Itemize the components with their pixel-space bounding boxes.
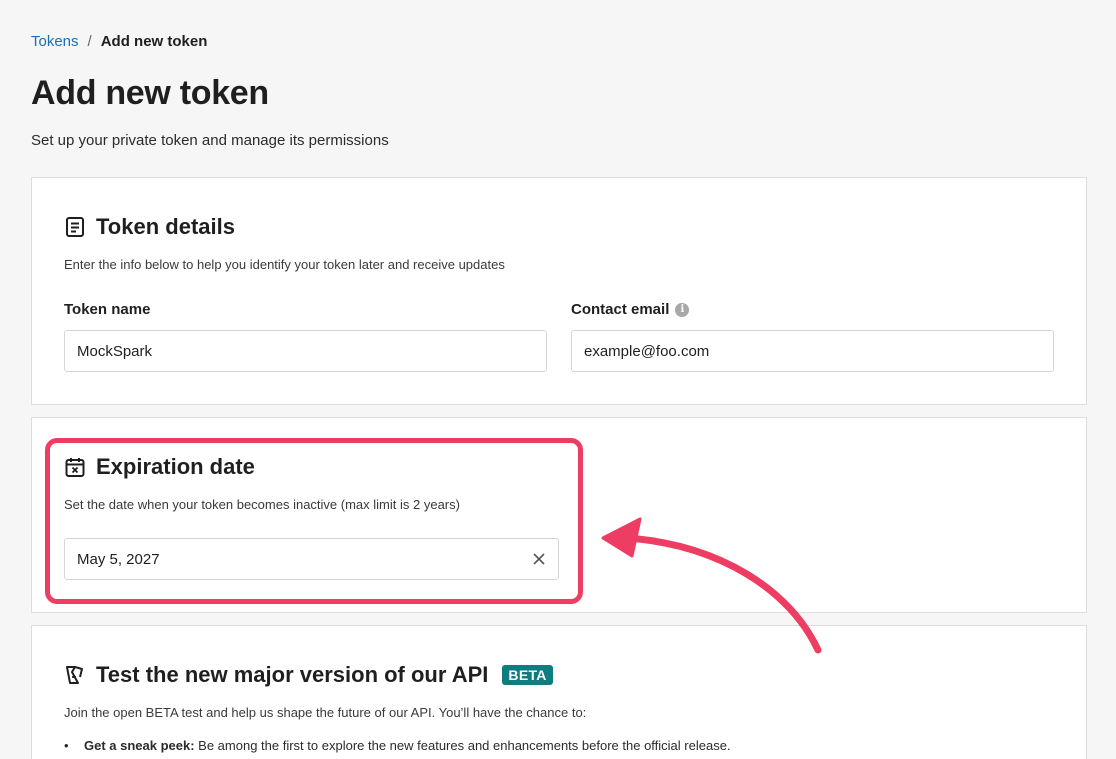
page-title: Add new token <box>31 74 269 112</box>
flask-icon <box>64 664 86 686</box>
breadcrumb: Tokens / Add new token <box>31 33 207 50</box>
list-item: Get a sneak peek: Be among the first to … <box>64 738 731 753</box>
contact-email-label: Contact email i <box>571 301 690 318</box>
breadcrumb-current: Add new token <box>100 33 208 50</box>
beta-badge: BETA <box>502 665 553 685</box>
contact-email-label-text: Contact email <box>571 301 670 318</box>
beta-heading: Test the new major version of our API BE… <box>64 662 553 688</box>
breadcrumb-tokens-link[interactable]: Tokens <box>31 33 79 50</box>
annotation-highlight-box <box>45 438 583 604</box>
info-icon[interactable]: i <box>675 302 690 317</box>
beta-card: Test the new major version of our API BE… <box>31 625 1087 759</box>
bullet-text: Be among the first to explore the new fe… <box>194 738 731 753</box>
token-details-description: Enter the info below to help you identif… <box>64 257 505 272</box>
token-name-input[interactable] <box>64 330 547 372</box>
beta-description: Join the open BETA test and help us shap… <box>64 705 587 720</box>
page-subtitle: Set up your private token and manage its… <box>31 132 389 149</box>
beta-title: Test the new major version of our API <box>96 662 489 687</box>
token-name-label-text: Token name <box>64 301 151 318</box>
contact-email-input[interactable] <box>571 330 1054 372</box>
document-icon <box>64 216 86 238</box>
token-details-title: Token details <box>96 214 235 239</box>
page: Tokens / Add new token Add new token Set… <box>0 0 1116 759</box>
breadcrumb-separator: / <box>87 33 92 50</box>
beta-bullet-list: Get a sneak peek: Be among the first to … <box>64 738 731 753</box>
token-name-label: Token name <box>64 301 150 318</box>
bullet-strong: Get a sneak peek: <box>84 738 195 753</box>
token-details-heading: Token details <box>64 214 235 240</box>
token-details-card: Token details Enter the info below to he… <box>31 177 1087 405</box>
